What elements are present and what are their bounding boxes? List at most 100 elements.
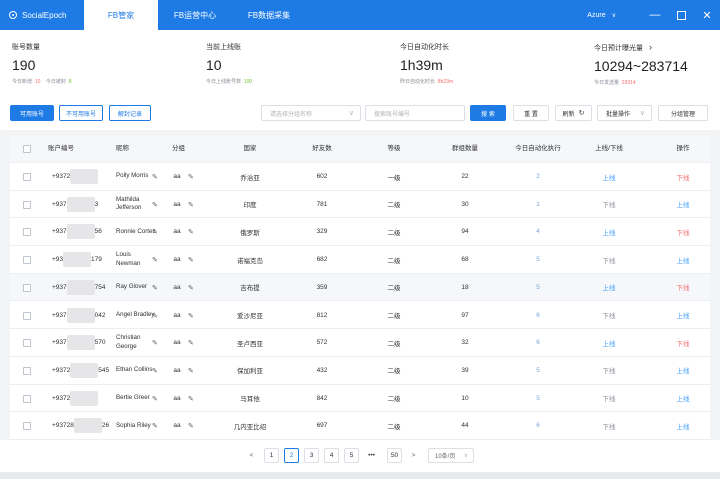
redacted-mask <box>66 196 95 212</box>
toggle-online-button[interactable]: 上线 <box>658 191 708 218</box>
table-row: +937 754 Ray Glover ✎ aa ✎ 吉布提 359 二级 18 5 上线 下线 <box>10 273 710 302</box>
edit-nickname-icon[interactable]: ✎ <box>152 367 158 375</box>
table-row: +93728 26 Sophia Riley ✎ aa ✎ 几内亚比绍 697 二级 44 6 下线上… <box>10 412 710 440</box>
account-number: +937 3 <box>52 191 98 218</box>
automation-count: 6 <box>536 311 540 319</box>
friend-count: 697 <box>316 422 328 430</box>
row-checkbox[interactable] <box>23 394 31 403</box>
row-checkbox[interactable] <box>23 283 31 292</box>
unavailable-accounts-button[interactable]: 不可用账号 <box>59 105 103 121</box>
edit-nickname-icon[interactable]: ✎ <box>152 339 158 347</box>
toggle-online-button[interactable]: 上线 <box>658 302 708 329</box>
online-status: 下线 <box>602 368 616 376</box>
toggle-online-button[interactable]: 下线 <box>658 163 708 190</box>
next-page-button[interactable]: > <box>406 448 421 463</box>
row-checkbox[interactable] <box>23 200 31 209</box>
user-menu[interactable]: Azure ∨ <box>587 12 616 19</box>
edit-nickname-icon[interactable]: ✎ <box>152 422 158 430</box>
row-checkbox[interactable] <box>23 256 31 265</box>
friend-count: 781 <box>316 200 328 208</box>
page-ellipsis[interactable]: ••• <box>364 448 379 463</box>
toggle-online-button[interactable]: 上线 <box>658 412 708 439</box>
automation-count: 5 <box>536 256 540 264</box>
group-count: 44 <box>461 422 469 430</box>
level: 二级 <box>387 285 401 293</box>
row-checkbox[interactable] <box>23 366 31 375</box>
group-management-button[interactable]: 分组管理 <box>658 105 708 121</box>
toggle-online-button[interactable]: 下线 <box>658 274 708 301</box>
level: 二级 <box>387 313 401 320</box>
nickname: Bertie Greer <box>116 393 150 401</box>
edit-nickname-icon[interactable]: ✎ <box>152 256 158 264</box>
filter-toolbar: 可用账号 不可用账号 解封记录 请选择分组名称 ∨ 搜索账号编号 搜 索 重 置… <box>0 96 720 130</box>
tab-fb-data-collection[interactable]: FB数据采集 <box>232 0 306 30</box>
level: 二级 <box>387 202 401 210</box>
group-name: aa <box>173 228 181 236</box>
edit-group-icon[interactable]: ✎ <box>188 367 194 375</box>
edit-group-icon[interactable]: ✎ <box>188 284 194 292</box>
prev-page-button[interactable]: < <box>244 448 259 463</box>
redacted-mask <box>70 169 99 184</box>
edit-group-icon[interactable]: ✎ <box>188 422 194 430</box>
page-button[interactable]: 50 <box>387 448 402 463</box>
edit-nickname-icon[interactable]: ✎ <box>152 284 158 292</box>
edit-group-icon[interactable]: ✎ <box>188 312 194 320</box>
chevron-right-icon[interactable]: › <box>649 42 652 52</box>
toggle-online-button[interactable]: 上线 <box>658 246 708 273</box>
edit-group-icon[interactable]: ✎ <box>188 339 194 347</box>
tab-fb-manager[interactable]: FB管家 <box>84 0 158 30</box>
close-icon[interactable]: ✕ <box>694 0 720 30</box>
search-button[interactable]: 搜 索 <box>470 105 506 121</box>
minimize-icon[interactable]: — <box>642 0 668 30</box>
tab-fb-operations[interactable]: FB运营中心 <box>158 0 232 30</box>
edit-group-icon[interactable]: ✎ <box>188 201 194 209</box>
page-button[interactable]: 4 <box>324 448 339 463</box>
table-row: +937 3 Mathilda Jefferson ✎ aa ✎ 印度 781 二级 30 1 下线 上… <box>10 191 710 219</box>
edit-group-icon[interactable]: ✎ <box>188 173 194 181</box>
table-row: +937 56 Ronnie Cortez ✎ aa ✎ 俄罗斯 329 二级 94 4 上线 下线 <box>10 218 710 247</box>
group-count: 39 <box>461 366 469 374</box>
page-button[interactable]: 3 <box>304 448 319 463</box>
edit-nickname-icon[interactable]: ✎ <box>152 228 158 236</box>
toggle-online-button[interactable]: 上线 <box>658 357 708 384</box>
available-accounts-button[interactable]: 可用账号 <box>10 105 54 121</box>
row-checkbox[interactable] <box>23 173 31 181</box>
toggle-online-button[interactable]: 上线 <box>658 385 708 412</box>
group-select[interactable]: 请选择分组名称 ∨ <box>261 105 361 121</box>
edit-nickname-icon[interactable]: ✎ <box>152 173 158 181</box>
edit-group-icon[interactable]: ✎ <box>188 256 194 264</box>
online-status: 下线 <box>602 202 616 210</box>
refresh-button[interactable]: 刷新 ↻ <box>555 105 592 121</box>
group-name: aa <box>173 422 181 430</box>
edit-nickname-icon[interactable]: ✎ <box>152 201 158 209</box>
row-checkbox[interactable] <box>23 228 31 237</box>
row-checkbox[interactable] <box>23 311 31 320</box>
friend-count: 572 <box>316 339 328 347</box>
reset-button[interactable]: 重 置 <box>513 105 549 121</box>
group-count: 30 <box>461 200 469 208</box>
edit-group-icon[interactable]: ✎ <box>188 395 194 403</box>
edit-nickname-icon[interactable]: ✎ <box>152 312 158 320</box>
maximize-icon[interactable] <box>668 0 694 30</box>
select-all-checkbox[interactable] <box>23 145 31 153</box>
page-button[interactable]: 1 <box>264 448 279 463</box>
nickname: Polly Morris <box>116 172 149 180</box>
edit-group-icon[interactable]: ✎ <box>188 228 194 236</box>
automation-count: 6 <box>536 339 540 347</box>
row-checkbox[interactable] <box>23 422 31 431</box>
page-button[interactable]: 5 <box>344 448 359 463</box>
unban-records-button[interactable]: 解封记录 <box>109 105 151 121</box>
nickname: Ronnie Cortez <box>116 227 156 235</box>
account-search-input[interactable]: 搜索账号编号 <box>365 105 465 121</box>
account-number: +9372 <box>52 385 99 412</box>
row-checkbox[interactable] <box>23 339 31 348</box>
toggle-online-button[interactable]: 下线 <box>658 218 708 245</box>
page-size-select[interactable]: 10条/页 ∨ <box>428 448 474 463</box>
toggle-online-button[interactable]: 下线 <box>658 329 708 356</box>
nickname: Angel Bradley <box>116 310 155 318</box>
online-status: 下线 <box>602 396 616 404</box>
edit-nickname-icon[interactable]: ✎ <box>152 395 158 403</box>
batch-operations-select[interactable]: 批量操作 ∨ <box>597 105 652 121</box>
page-button[interactable]: 2 <box>284 448 299 463</box>
level: 二级 <box>387 368 401 376</box>
